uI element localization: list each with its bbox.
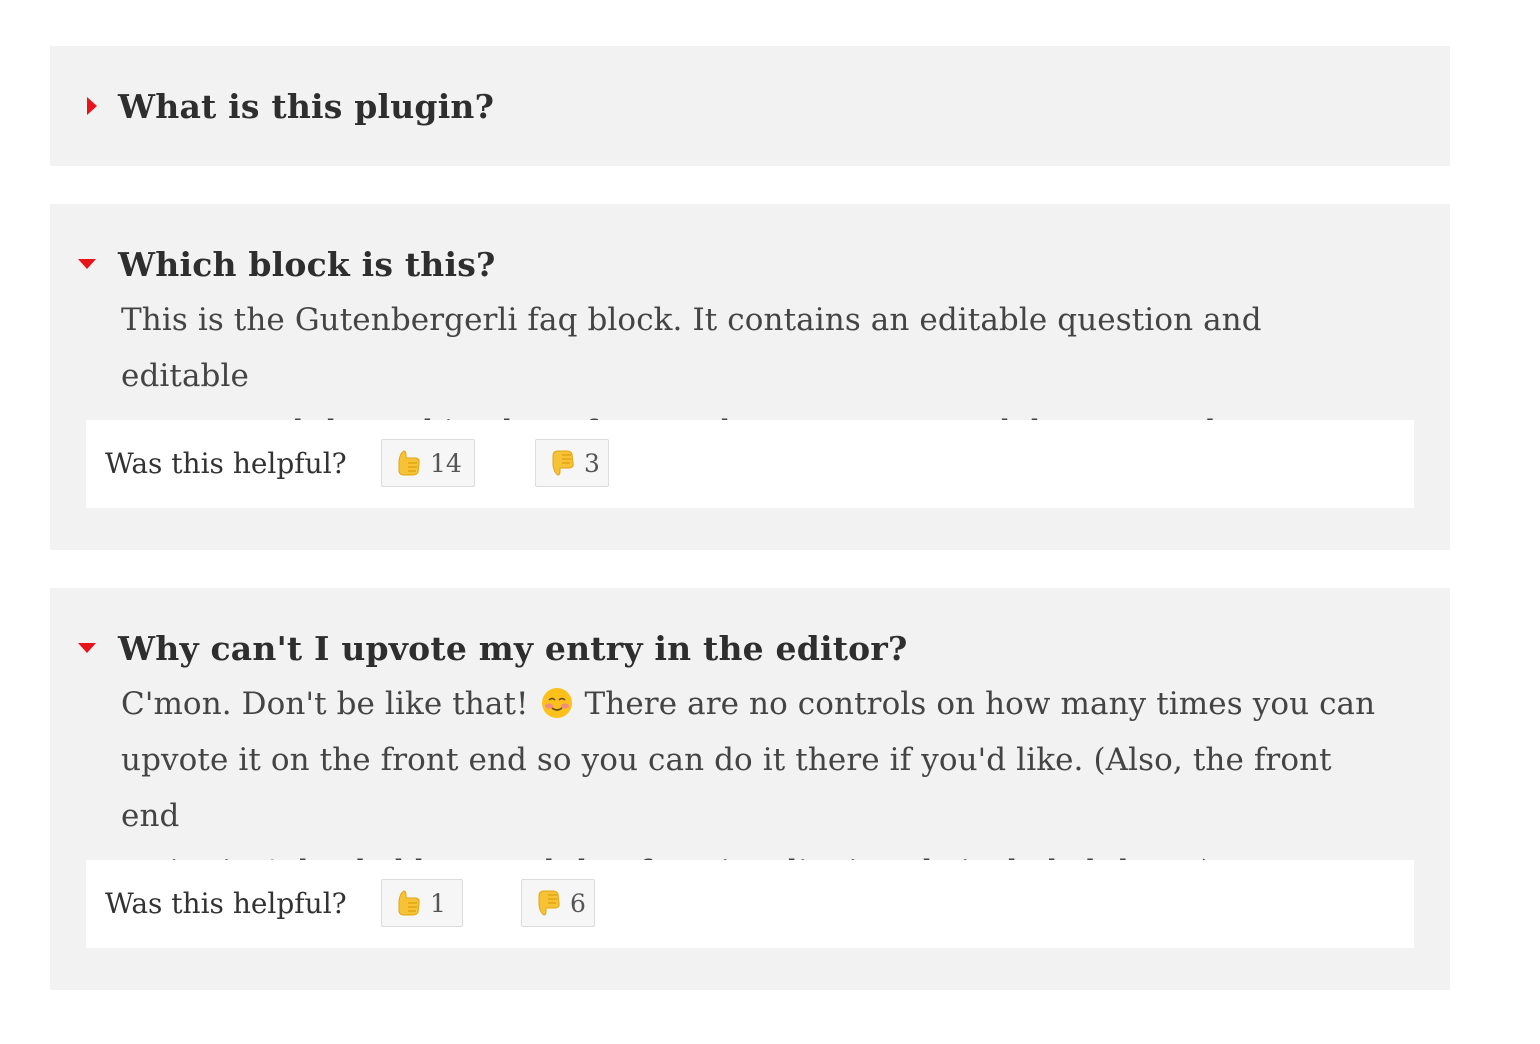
upvote-count: 1 [430, 888, 446, 918]
upvote-button[interactable]: 1 [381, 879, 463, 927]
faq-question-toggle[interactable]: Why can't I upvote my entry in the edito… [50, 626, 1450, 670]
faq-question-toggle[interactable]: Which block is this? [50, 242, 1450, 286]
thumbs-up-icon [398, 890, 420, 916]
faq-question: Which block is this? [118, 244, 496, 284]
helpful-bar: Was this helpful? 1 6 [86, 860, 1414, 948]
answer-text: C'mon. Don't be like that! [121, 686, 529, 722]
faq-item-3: Why can't I upvote my entry in the edito… [50, 588, 1450, 990]
faq-item-2: Which block is this? This is the Gutenbe… [50, 204, 1450, 550]
downvote-count: 6 [570, 888, 586, 918]
caret-down-icon [78, 259, 96, 269]
helpful-bar: Was this helpful? 14 3 [86, 420, 1414, 508]
answer-text: There are no controls on how many times … [584, 686, 1376, 722]
faq-question: What is this plugin? [118, 86, 495, 126]
thumbs-down-icon [538, 890, 560, 916]
answer-line: upvote it on the front end so you can do… [121, 742, 1332, 834]
helpful-label: Was this helpful? [105, 447, 347, 480]
upvote-button[interactable]: 14 [381, 439, 475, 487]
faq-item-1: What is this plugin? [50, 46, 1450, 166]
downvote-count: 3 [584, 448, 600, 478]
downvote-button[interactable]: 3 [535, 439, 609, 487]
caret-right-icon [87, 97, 97, 115]
helpful-label: Was this helpful? [105, 887, 347, 920]
thumbs-up-icon [398, 450, 420, 476]
answer-line: This is the Gutenbergerli faq block. It … [121, 302, 1262, 394]
answer-line: C'mon. Don't be like that! There are no … [121, 676, 1376, 732]
faq-question: Why can't I upvote my entry in the edito… [118, 628, 908, 668]
caret-down-icon [78, 643, 96, 653]
thumbs-down-icon [552, 450, 574, 476]
faq-question-toggle[interactable]: What is this plugin? [50, 46, 1450, 166]
downvote-button[interactable]: 6 [521, 879, 595, 927]
smiling-blush-emoji-icon [541, 688, 572, 718]
upvote-count: 14 [430, 448, 462, 478]
